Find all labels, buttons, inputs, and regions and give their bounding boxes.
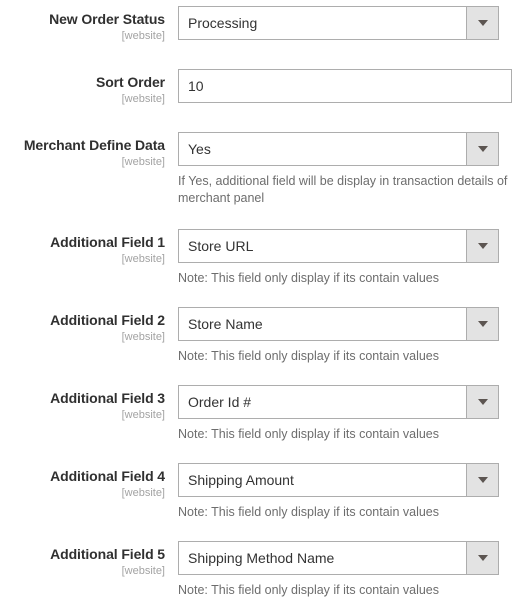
field-control-col: Shipping Amount Note: This field only di… (165, 463, 529, 521)
field-label-col: Merchant Define Data [website] (0, 132, 165, 169)
sort-order-input[interactable] (178, 69, 512, 103)
field-control-col: Store Name Note: This field only display… (165, 307, 529, 365)
field-note-additional-field-5: Note: This field only display if its con… (178, 583, 440, 597)
select-additional-field-4[interactable]: Shipping Amount (178, 463, 499, 497)
field-label-additional-field-4: Additional Field 4 (50, 468, 165, 484)
chevron-down-icon (477, 20, 488, 26)
field-control-col: Order Id # Note: This field only display… (165, 385, 529, 443)
select-merchant-define-data-value: Yes (188, 141, 211, 157)
select-additional-field-4-arrow[interactable] (466, 464, 498, 496)
select-additional-field-5-arrow[interactable] (466, 542, 498, 574)
field-label-additional-field-5: Additional Field 5 (50, 546, 165, 562)
select-new-order-status-value: Processing (188, 15, 258, 31)
chevron-down-icon (477, 146, 488, 152)
field-label-sort-order: Sort Order (95, 74, 165, 90)
field-label-additional-field-3: Additional Field 3 (50, 390, 165, 406)
select-merchant-define-data[interactable]: Yes (178, 132, 499, 166)
chevron-down-icon (477, 243, 488, 249)
field-control-col (165, 69, 529, 103)
field-note-additional-field-2: Note: This field only display if its con… (178, 349, 440, 363)
field-row-additional-field-1: Additional Field 1 [website] Store URL N… (0, 229, 529, 287)
chevron-down-icon (477, 477, 488, 483)
select-additional-field-4-value: Shipping Amount (188, 472, 294, 488)
scope-label-new-order-status: [website] (121, 30, 165, 42)
select-additional-field-2[interactable]: Store Name (178, 307, 499, 341)
scope-label-additional-field-2: [website] (121, 331, 165, 343)
scope-label-additional-field-1: [website] (121, 253, 165, 265)
field-note-additional-field-1: Note: This field only display if its con… (178, 271, 440, 285)
select-additional-field-1[interactable]: Store URL (178, 229, 499, 263)
field-control-col: Yes If Yes, additional field will be dis… (165, 132, 529, 207)
field-row-additional-field-3: Additional Field 3 [website] Order Id # … (0, 385, 529, 443)
field-label-col: Additional Field 2 [website] (0, 307, 165, 344)
select-additional-field-5[interactable]: Shipping Method Name (178, 541, 499, 575)
select-new-order-status-arrow[interactable] (466, 7, 498, 39)
field-row-additional-field-5: Additional Field 5 [website] Shipping Me… (0, 541, 529, 599)
field-label-col: Additional Field 4 [website] (0, 463, 165, 500)
system-config-form: New Order Status [website] Processing So… (0, 0, 529, 599)
field-control-col: Store URL Note: This field only display … (165, 229, 529, 287)
select-additional-field-1-value: Store URL (188, 238, 254, 254)
field-row-sort-order: Sort Order [website] (0, 69, 529, 106)
select-additional-field-3-arrow[interactable] (466, 386, 498, 418)
select-additional-field-2-value: Store Name (188, 316, 263, 332)
field-label-additional-field-1: Additional Field 1 (50, 234, 165, 250)
chevron-down-icon (477, 321, 488, 327)
field-label-merchant-define-data: Merchant Define Data (23, 137, 165, 153)
field-label-col: New Order Status [website] (0, 6, 165, 43)
field-note-merchant-define-data: If Yes, additional field will be display… (178, 174, 508, 205)
field-label-col: Additional Field 1 [website] (0, 229, 165, 266)
field-label-col: Sort Order [website] (0, 69, 165, 106)
field-note-additional-field-3: Note: This field only display if its con… (178, 427, 440, 441)
select-additional-field-5-value: Shipping Method Name (188, 550, 335, 566)
scope-label-additional-field-4: [website] (121, 487, 165, 499)
chevron-down-icon (477, 399, 488, 405)
select-additional-field-1-arrow[interactable] (466, 230, 498, 262)
field-note-additional-field-4: Note: This field only display if its con… (178, 505, 440, 519)
scope-label-merchant-define-data: [website] (121, 156, 165, 168)
select-additional-field-2-arrow[interactable] (466, 308, 498, 340)
field-control-col: Processing (165, 6, 529, 40)
field-row-additional-field-4: Additional Field 4 [website] Shipping Am… (0, 463, 529, 521)
field-row-additional-field-2: Additional Field 2 [website] Store Name … (0, 307, 529, 365)
field-control-col: Shipping Method Name Note: This field on… (165, 541, 529, 599)
select-merchant-define-data-arrow[interactable] (466, 133, 498, 165)
scope-label-additional-field-5: [website] (121, 565, 165, 577)
scope-label-sort-order: [website] (121, 93, 165, 105)
field-row-new-order-status: New Order Status [website] Processing (0, 6, 529, 43)
select-new-order-status[interactable]: Processing (178, 6, 499, 40)
field-label-additional-field-2: Additional Field 2 (50, 312, 165, 328)
scope-label-additional-field-3: [website] (121, 409, 165, 421)
field-row-merchant-define-data: Merchant Define Data [website] Yes If Ye… (0, 132, 529, 207)
select-additional-field-3-value: Order Id # (188, 394, 252, 410)
field-label-col: Additional Field 3 [website] (0, 385, 165, 422)
select-additional-field-3[interactable]: Order Id # (178, 385, 499, 419)
field-label-new-order-status: New Order Status (49, 11, 165, 27)
chevron-down-icon (477, 555, 488, 561)
field-label-col: Additional Field 5 [website] (0, 541, 165, 578)
